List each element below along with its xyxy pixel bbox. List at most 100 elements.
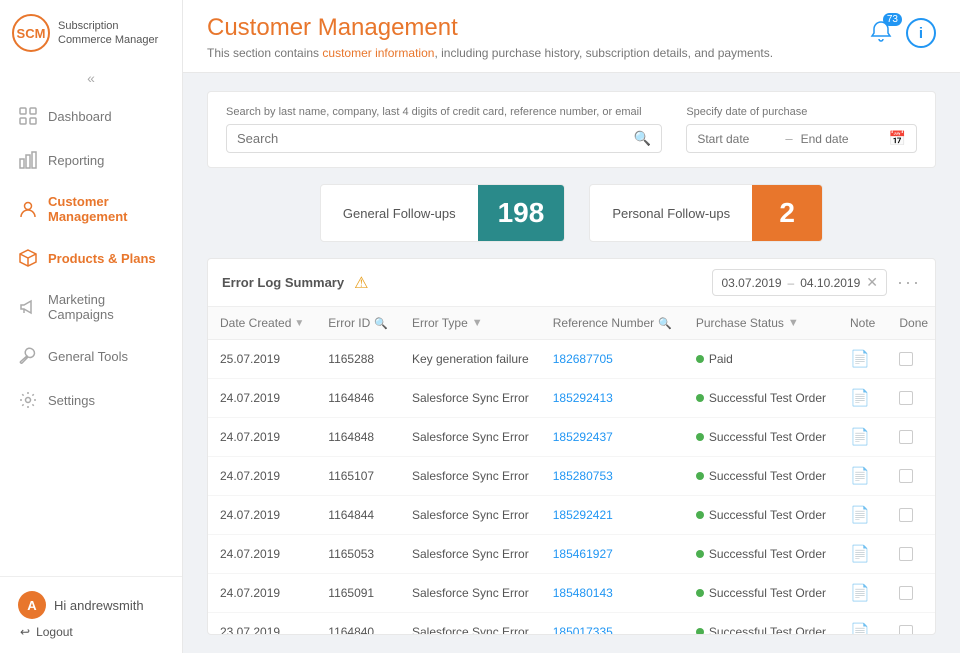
header-actions: 73 i — [868, 14, 936, 48]
logout-label: Logout — [36, 625, 73, 639]
cell-status: Successful Test Order — [684, 535, 838, 574]
cell-status: Successful Test Order — [684, 379, 838, 418]
ref-link[interactable]: 185017335 — [553, 625, 613, 635]
status-filter-icon[interactable]: ▼ — [788, 317, 799, 329]
cell-date: 25.07.2019 — [208, 340, 316, 379]
info-button[interactable]: i — [906, 18, 936, 48]
cell-ref-number: 185480143 — [541, 574, 684, 613]
personal-followups-card[interactable]: Personal Follow-ups 2 — [589, 184, 823, 242]
status-dot — [696, 433, 704, 441]
sidebar-user: A Hi andrewsmith ↩ Logout — [0, 576, 182, 653]
search-input-wrap: 🔍 — [226, 124, 662, 153]
date-filter-to: 04.10.2019 — [800, 276, 860, 290]
ref-link[interactable]: 182687705 — [553, 352, 613, 366]
cell-ref-number: 185461927 — [541, 535, 684, 574]
note-icon[interactable]: 📄 — [850, 546, 870, 563]
ref-link[interactable]: 185292413 — [553, 391, 613, 405]
sidebar-item-reporting[interactable]: Reporting — [0, 138, 182, 182]
cell-error-type: Salesforce Sync Error — [400, 535, 541, 574]
done-checkbox[interactable] — [899, 430, 913, 444]
sidebar-item-products-plans[interactable]: Products & Plans — [0, 236, 182, 280]
search-label: Search by last name, company, last 4 dig… — [226, 106, 662, 118]
logo-circle: SCM — [12, 14, 50, 52]
chart-icon — [18, 150, 38, 170]
done-checkbox[interactable] — [899, 508, 913, 522]
note-icon[interactable]: 📄 — [850, 351, 870, 368]
sort-icon[interactable]: ▼ — [294, 318, 304, 329]
wrench-icon — [18, 346, 38, 366]
search-input[interactable] — [237, 131, 634, 146]
ref-link[interactable]: 185461927 — [553, 547, 613, 561]
main-content: Customer Management This section contain… — [183, 0, 960, 653]
note-icon[interactable]: 📄 — [850, 585, 870, 602]
cell-error-id: 1164846 — [316, 379, 400, 418]
sidebar-item-general-tools[interactable]: General Tools — [0, 334, 182, 378]
status-dot — [696, 394, 704, 402]
table-row: 24.07.2019 1165107 Salesforce Sync Error… — [208, 457, 936, 496]
cell-error-id: 1165053 — [316, 535, 400, 574]
sidebar-item-label: Marketing Campaigns — [48, 292, 164, 322]
sidebar-item-dashboard[interactable]: Dashboard — [0, 94, 182, 138]
status-dot — [696, 550, 704, 558]
date-separator: – — [785, 131, 792, 146]
ref-link[interactable]: 185280753 — [553, 469, 613, 483]
cell-error-id: 1165288 — [316, 340, 400, 379]
grid-icon — [18, 106, 38, 126]
sidebar-item-customer-management[interactable]: Customer Management — [0, 182, 182, 236]
general-followups-label: General Follow-ups — [321, 192, 478, 235]
sidebar-item-label: Dashboard — [48, 109, 112, 124]
done-checkbox[interactable] — [899, 352, 913, 366]
clear-filter-button[interactable]: ✕ — [866, 274, 878, 291]
note-icon[interactable]: 📄 — [850, 468, 870, 485]
logout-button[interactable]: ↩ Logout — [18, 625, 164, 639]
cell-date: 24.07.2019 — [208, 418, 316, 457]
cell-note: 📄 — [838, 613, 887, 636]
status-dot — [696, 589, 704, 597]
col-error-id: Error ID 🔍 — [316, 307, 400, 340]
cell-error-type: Salesforce Sync Error — [400, 496, 541, 535]
cell-date: 24.07.2019 — [208, 496, 316, 535]
table-row: 24.07.2019 1165053 Salesforce Sync Error… — [208, 535, 936, 574]
note-icon[interactable]: 📄 — [850, 390, 870, 407]
sidebar-item-marketing[interactable]: Marketing Campaigns — [0, 280, 182, 334]
done-checkbox[interactable] — [899, 586, 913, 600]
table-row: 24.07.2019 1164848 Salesforce Sync Error… — [208, 418, 936, 457]
more-options-button[interactable]: ··· — [897, 272, 921, 293]
megaphone-icon — [18, 297, 38, 317]
cell-date: 24.07.2019 — [208, 379, 316, 418]
search-panel: Search by last name, company, last 4 dig… — [207, 91, 936, 168]
ref-link[interactable]: 185292421 — [553, 508, 613, 522]
date-filter: 03.07.2019 – 04.10.2019 ✕ — [712, 269, 887, 296]
error-id-filter-icon[interactable]: 🔍 — [374, 317, 388, 330]
cell-status: Successful Test Order — [684, 496, 838, 535]
ref-link[interactable]: 185292437 — [553, 430, 613, 444]
done-checkbox[interactable] — [899, 391, 913, 405]
notification-button[interactable]: 73 — [868, 19, 894, 48]
table-row: 25.07.2019 1165288 Key generation failur… — [208, 340, 936, 379]
sidebar-item-settings[interactable]: Settings — [0, 378, 182, 422]
collapse-button[interactable]: « — [0, 66, 182, 94]
general-followups-card[interactable]: General Follow-ups 198 — [320, 184, 565, 242]
note-icon[interactable]: 📄 — [850, 507, 870, 524]
done-checkbox[interactable] — [899, 625, 913, 635]
cell-note: 📄 — [838, 340, 887, 379]
col-purchase-status: Purchase Status ▼ — [684, 307, 838, 340]
sidebar-item-label: Settings — [48, 393, 95, 408]
cell-done — [887, 340, 936, 379]
cell-note: 📄 — [838, 574, 887, 613]
error-type-filter-icon[interactable]: ▼ — [472, 317, 483, 329]
cell-error-id: 1164848 — [316, 418, 400, 457]
ref-filter-icon[interactable]: 🔍 — [658, 317, 672, 330]
ref-link[interactable]: 185480143 — [553, 586, 613, 600]
done-checkbox[interactable] — [899, 547, 913, 561]
end-date-input[interactable] — [801, 132, 881, 146]
note-icon[interactable]: 📄 — [850, 429, 870, 446]
sidebar-item-label: General Tools — [48, 349, 128, 364]
note-icon[interactable]: 📄 — [850, 624, 870, 635]
cell-status: Successful Test Order — [684, 574, 838, 613]
cell-note: 📄 — [838, 496, 887, 535]
start-date-input[interactable] — [697, 132, 777, 146]
date-filter-sep: – — [788, 276, 795, 290]
done-checkbox[interactable] — [899, 469, 913, 483]
cell-error-id: 1164844 — [316, 496, 400, 535]
